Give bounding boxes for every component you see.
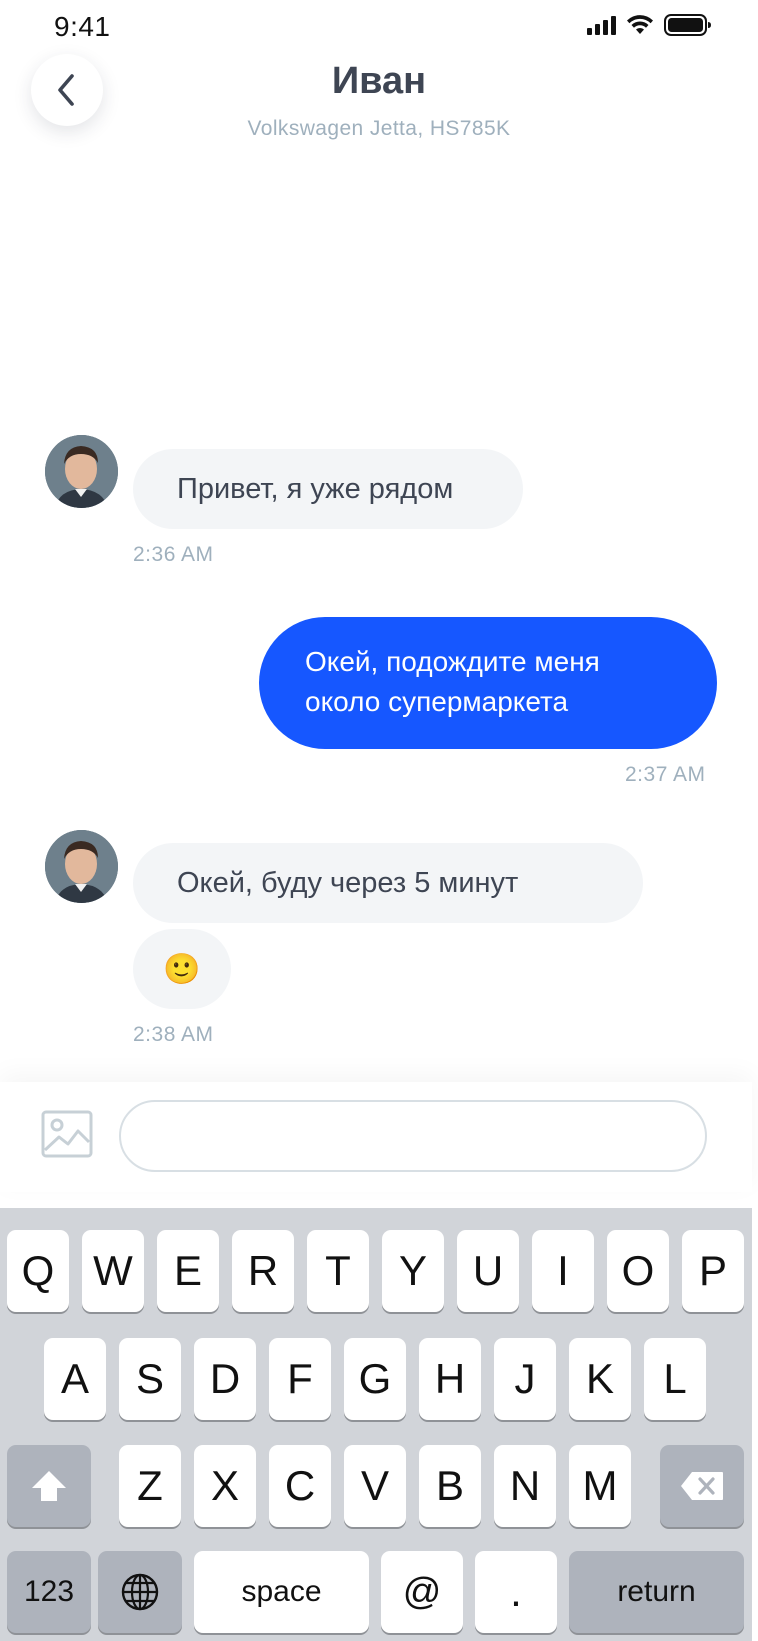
key[interactable]: P — [682, 1230, 744, 1312]
emoji: 🙂 — [163, 952, 201, 986]
key[interactable]: U — [457, 1230, 519, 1312]
message-timestamp: 2:38 AM — [133, 1023, 214, 1046]
key[interactable]: M — [569, 1445, 631, 1527]
keyboard: Q W E R T Y U I O P A S D F G H J K L Z … — [0, 1208, 752, 1641]
message-bubble-incoming: Привет, я уже рядом — [133, 449, 523, 529]
message-bubble-outgoing: Окей, подождите меня около супермаркета — [259, 617, 717, 749]
message-timestamp: 2:36 AM — [133, 543, 214, 566]
key[interactable]: N — [494, 1445, 556, 1527]
status-bar: 9:41 — [0, 0, 758, 52]
message-text-line: Окей, подождите меня — [305, 646, 600, 677]
key[interactable]: T — [307, 1230, 369, 1312]
key[interactable]: Y — [382, 1230, 444, 1312]
key[interactable]: C — [269, 1445, 331, 1527]
message-text: Окей, буду через 5 минут — [177, 866, 519, 899]
message-input[interactable] — [119, 1100, 707, 1172]
key[interactable]: I — [532, 1230, 594, 1312]
message-bubble-incoming: Окей, буду через 5 минут — [133, 843, 643, 923]
key[interactable]: Z — [119, 1445, 181, 1527]
globe-icon — [121, 1573, 159, 1611]
key[interactable]: X — [194, 1445, 256, 1527]
message-composer — [0, 1082, 752, 1192]
signal-icon — [587, 15, 616, 35]
key[interactable]: G — [344, 1338, 406, 1420]
key[interactable]: V — [344, 1445, 406, 1527]
battery-icon — [664, 14, 712, 36]
message-text: Привет, я уже рядом — [177, 472, 454, 505]
avatar[interactable] — [45, 435, 118, 508]
emoji-bubble: 🙂 — [133, 929, 231, 1009]
shift-icon — [32, 1471, 66, 1501]
contact-name: Иван — [331, 60, 427, 102]
backspace-key[interactable] — [660, 1445, 744, 1527]
status-icons — [587, 14, 712, 36]
space-key[interactable]: space — [194, 1551, 369, 1633]
key[interactable]: B — [419, 1445, 481, 1527]
dot-key[interactable]: . — [475, 1551, 557, 1633]
image-icon — [41, 1110, 93, 1158]
key[interactable]: K — [569, 1338, 631, 1420]
shift-key[interactable] — [7, 1445, 91, 1527]
wifi-icon — [626, 14, 654, 36]
globe-key[interactable] — [98, 1551, 182, 1633]
vehicle-info: Volkswagen Jetta, HS785K — [247, 117, 511, 140]
key[interactable]: F — [269, 1338, 331, 1420]
key[interactable]: J — [494, 1338, 556, 1420]
key[interactable]: S — [119, 1338, 181, 1420]
key[interactable]: R — [232, 1230, 294, 1312]
key[interactable]: H — [419, 1338, 481, 1420]
backspace-icon — [681, 1472, 723, 1500]
key[interactable]: W — [82, 1230, 144, 1312]
message-text-line: около супермаркета — [305, 686, 569, 717]
numbers-key[interactable]: 123 — [7, 1551, 91, 1633]
key[interactable]: A — [44, 1338, 106, 1420]
return-key[interactable]: return — [569, 1551, 744, 1633]
avatar[interactable] — [45, 830, 118, 903]
attach-image-button[interactable] — [40, 1107, 94, 1161]
status-time: 9:41 — [54, 11, 111, 42]
at-key[interactable]: @ — [381, 1551, 463, 1633]
key[interactable]: E — [157, 1230, 219, 1312]
key[interactable]: L — [644, 1338, 706, 1420]
key[interactable]: O — [607, 1230, 669, 1312]
message-timestamp: 2:37 AM — [625, 763, 706, 786]
key[interactable]: Q — [7, 1230, 69, 1312]
key[interactable]: D — [194, 1338, 256, 1420]
